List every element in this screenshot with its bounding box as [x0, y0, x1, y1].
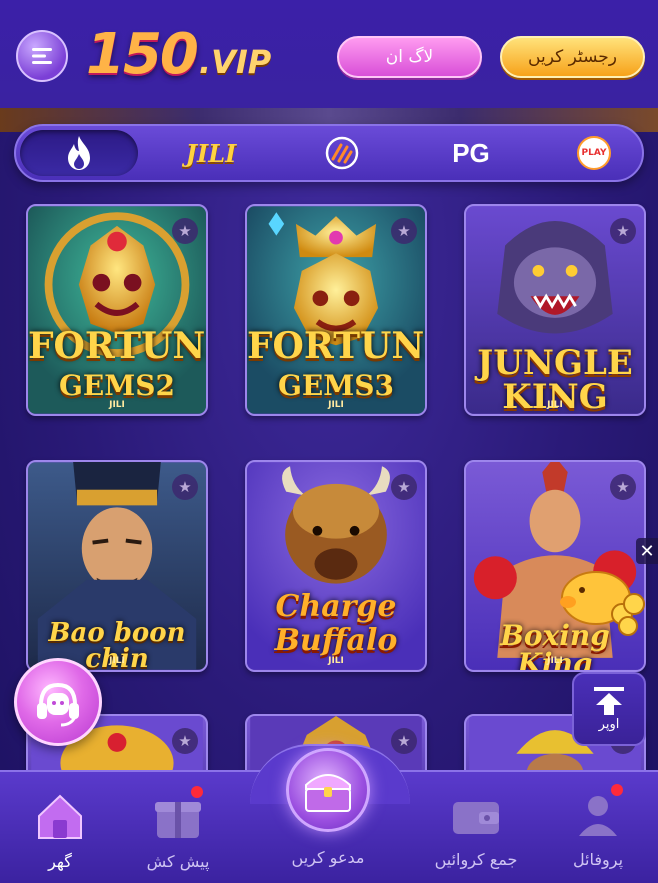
favorite-star-icon[interactable]: ★ — [172, 218, 198, 244]
wallet-icon — [449, 788, 503, 842]
nav-label: پروفائل — [572, 850, 624, 869]
tab-jili[interactable]: JILI — [166, 130, 256, 176]
favorite-star-icon[interactable]: ★ — [610, 218, 636, 244]
provider-tab-bar: JILI PG PLAY — [14, 124, 644, 182]
headset-icon — [37, 682, 79, 727]
nav-label: جمع کروائیں — [434, 850, 518, 869]
customer-support-button[interactable] — [14, 658, 102, 746]
favorite-star-icon[interactable]: ★ — [172, 728, 198, 754]
login-button[interactable]: لاگ ان — [337, 36, 482, 78]
nav-label: پیش کش — [146, 852, 210, 871]
profile-icon — [571, 784, 625, 842]
game-subtitle: Buffalo — [274, 623, 398, 658]
game-provider: JILI — [328, 400, 344, 410]
nav-home[interactable]: گھر — [0, 772, 120, 883]
menu-icon — [32, 48, 52, 64]
game-title: FORTUNE — [28, 325, 206, 367]
game-subtitle: GEMS3 — [278, 369, 394, 402]
game-provider: JILI — [328, 656, 344, 666]
favorite-star-icon[interactable]: ★ — [172, 474, 198, 500]
nav-label: گھر — [48, 852, 72, 871]
nav-invite[interactable]: مدعو کریں — [268, 770, 388, 883]
game-provider: JILI — [547, 656, 563, 666]
piggy-bank-icon[interactable] — [552, 558, 648, 638]
tab-play[interactable]: PLAY — [564, 130, 624, 176]
register-button[interactable]: رجسٹر کریں — [500, 36, 645, 78]
favorite-star-icon[interactable]: ★ — [610, 474, 636, 500]
game-card-fortune-gems-2[interactable]: FORTUNE GEMS2 JILI ★ — [26, 204, 208, 416]
play-circle-icon: PLAY — [577, 136, 611, 170]
logo-number: 150 — [86, 22, 199, 87]
tab-hot[interactable] — [20, 130, 138, 176]
scroll-to-top-button[interactable]: اوپر — [572, 672, 646, 746]
gift-icon — [151, 786, 205, 844]
arrow-up-icon — [594, 686, 624, 715]
tab-pg[interactable]: PG — [426, 130, 516, 176]
flame-icon — [68, 136, 90, 170]
game-provider: JILI — [547, 400, 563, 410]
logo-suffix: .VIP — [198, 43, 272, 81]
favorite-star-icon[interactable]: ★ — [391, 474, 417, 500]
nav-deposit[interactable]: جمع کروائیں — [416, 770, 536, 883]
notification-dot — [191, 786, 203, 798]
game-card-fortune-gems-3[interactable]: FORTUNE GEMS3 JILI ★ — [245, 204, 427, 416]
notification-dot — [611, 784, 623, 796]
game-title: FORTUNE — [247, 325, 425, 367]
favorite-star-icon[interactable]: ★ — [391, 218, 417, 244]
game-title: Charge — [275, 589, 397, 624]
game-card-bao-boon-chin[interactable]: Bao boon chin JILI ★ — [26, 460, 208, 672]
game-card-charge-buffalo[interactable]: Charge Buffalo JILI ★ — [245, 460, 427, 672]
nav-label: مدعو کریں — [291, 848, 365, 867]
hacksaw-icon — [325, 136, 359, 170]
nav-offers[interactable]: پیش کش — [118, 772, 238, 883]
game-subtitle: GEMS2 — [59, 369, 175, 402]
site-logo[interactable]: 150 .VIP — [86, 22, 271, 88]
nav-profile[interactable]: پروفائل — [538, 770, 658, 883]
game-provider: JILI — [109, 400, 125, 410]
tab-hacksaw[interactable] — [312, 130, 372, 176]
game-card-jungle-king[interactable]: JUNGLE KING JILI ★ — [464, 204, 646, 416]
top-header: 150 .VIP لاگ ان رجسٹر کریں — [0, 0, 658, 112]
home-icon — [33, 790, 87, 844]
favorite-star-icon[interactable]: ★ — [391, 728, 417, 754]
scroll-top-label: اوپر — [598, 716, 620, 732]
menu-button[interactable] — [16, 30, 68, 82]
